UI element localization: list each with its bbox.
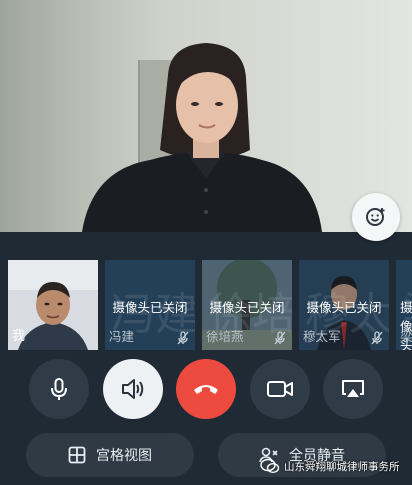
screen-share-icon <box>342 380 364 397</box>
watermark-text: 山东舜翔聊城律师事务所 <box>284 460 400 473</box>
watermark: 山东舜翔聊城律师事务所 <box>260 455 400 477</box>
wechat-icon <box>260 458 280 474</box>
participant-tile[interactable]: 梁 摄像头已关闭 梁 <box>396 260 412 350</box>
participant-name: 徐培燕 <box>206 329 244 344</box>
mic-muted-icon <box>371 331 383 345</box>
grid-icon <box>68 446 86 464</box>
self-video-tile[interactable]: 我 <box>8 260 98 350</box>
participant-tile[interactable]: 冯建 摄像头已关闭 冯建 <box>105 260 195 350</box>
emoji-reaction-button[interactable] <box>352 193 400 241</box>
speaker-button[interactable] <box>103 359 163 419</box>
camera-off-text: 摄像头已关闭 <box>112 300 188 315</box>
main-speaker-video[interactable] <box>0 0 412 232</box>
video-camera-icon <box>267 381 293 397</box>
participant-name: 冯建 <box>109 329 135 344</box>
participant-name: 梁 <box>400 329 412 344</box>
mic-muted-icon <box>177 331 189 345</box>
hang-up-button[interactable] <box>176 359 236 419</box>
participant-tile[interactable]: 穆太军 摄像头已关闭 穆太军 <box>299 260 389 350</box>
microphone-button[interactable] <box>29 359 89 419</box>
microphone-icon <box>51 378 67 400</box>
participant-strip[interactable]: 我 冯建 摄像头已关闭 冯建 徐培燕 摄像头已关闭 徐培燕 <box>0 260 412 350</box>
speaker-icon <box>122 379 144 399</box>
mic-muted-icon <box>274 331 286 345</box>
participant-tile[interactable]: 徐培燕 摄像头已关闭 徐培燕 <box>202 260 292 350</box>
grid-view-label: 宫格视图 <box>96 448 152 464</box>
participant-name: 穆太军 <box>303 329 341 344</box>
camera-off-text: 摄像头已关闭 <box>306 300 382 315</box>
smiley-icon <box>366 208 385 226</box>
hang-up-icon <box>194 385 218 394</box>
grid-view-button[interactable]: 宫格视图 <box>26 433 194 477</box>
screen-share-button[interactable] <box>323 359 383 419</box>
self-label: 我 <box>12 329 26 344</box>
speaker-figure <box>82 43 322 232</box>
camera-button[interactable] <box>250 359 310 419</box>
camera-off-text: 摄像头已关闭 <box>209 300 285 315</box>
